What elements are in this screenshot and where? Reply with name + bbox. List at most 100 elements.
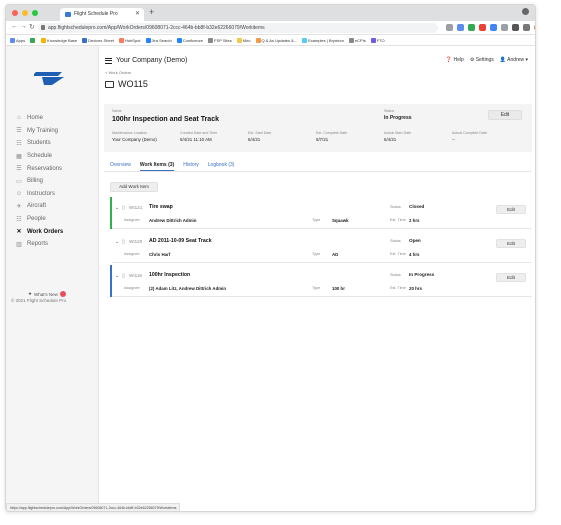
sidebar-item-instructors[interactable]: ☺ Instructors <box>6 188 99 201</box>
whats-new-link[interactable]: ★ What's New <box>28 291 66 297</box>
bookmark-item[interactable]: FSP Sites <box>208 37 232 43</box>
type-value: 100 hr <box>332 286 345 291</box>
sidebar-item-my-training[interactable]: ☰ My Training <box>6 125 99 138</box>
edit-work-item-button[interactable]: Edit <box>496 205 526 214</box>
bookmark-item[interactable]: Knowledge Base <box>41 37 77 43</box>
extension-icon[interactable] <box>501 24 508 31</box>
bookmark-item[interactable] <box>30 37 36 43</box>
extension-icon[interactable] <box>479 24 486 31</box>
reading-list-icon[interactable] <box>523 24 530 31</box>
browser-toolbar: ← → ↻ app.flightschedulepro.com/App/Work… <box>6 21 535 35</box>
work-item-name[interactable]: Tire swap <box>149 204 173 210</box>
bookmark-item[interactable]: FTO <box>370 37 385 43</box>
work-item-code: WI120 <box>129 239 143 244</box>
tab-logbook[interactable]: Logbook (3) <box>208 162 235 171</box>
bookmark-item[interactable]: Apps <box>10 37 25 43</box>
work-item-row[interactable]: ⌄ ▯ WI120 AD 2011-10-09 Seat Track Assignee C… <box>110 231 532 263</box>
work-item-row[interactable]: ⌄ ▯ WI121 Tire swap Assignee Andrew Dittrich … <box>110 197 532 229</box>
sidebar-item-schedule[interactable]: ▦ Schedule <box>6 150 99 163</box>
sidebar-item-label: Aircraft <box>27 203 47 210</box>
bookmark-icon <box>255 37 261 43</box>
breadcrumb[interactable]: < Work Orders <box>105 70 131 75</box>
folder-icon <box>208 37 214 43</box>
work-item-name[interactable]: AD 2011-10-09 Seat Track <box>149 238 212 244</box>
bookmark-item[interactable]: Miro <box>236 37 251 43</box>
settings-link[interactable]: ⚙ Settings <box>470 57 494 63</box>
extension-icon[interactable] <box>457 24 464 31</box>
edit-work-item-button[interactable]: Edit <box>496 239 526 248</box>
minimize-window-button[interactable] <box>22 10 28 16</box>
extension-icon[interactable] <box>490 24 497 31</box>
sidebar-item-work-orders[interactable]: ✕ Work Orders <box>6 225 99 238</box>
sidebar-item-reservations[interactable]: ☰ Reservations <box>6 162 99 175</box>
sidebar-item-people[interactable]: ☷ People <box>6 213 99 226</box>
sidebar-item-aircraft[interactable]: ✈ Aircraft <box>6 200 99 213</box>
sidebar-item-billing[interactable]: ▭ Billing <box>6 175 99 188</box>
back-arrow-icon[interactable]: ← <box>11 23 18 30</box>
user-menu[interactable]: 👤 Andrew ▾ <box>500 57 528 63</box>
field-label: Actual Start Date <box>384 131 412 135</box>
bookmark-item[interactable]: Confluence <box>176 37 203 43</box>
browser-tab[interactable]: Flight Schedule Pro ✕ <box>60 8 144 21</box>
billing-icon: ▭ <box>16 178 22 185</box>
add-work-item-button[interactable]: Add Work Item <box>110 182 158 192</box>
logo[interactable] <box>34 68 68 86</box>
close-icon[interactable]: ✕ <box>135 8 140 21</box>
sidebar-item-home[interactable]: ⌂ Home <box>6 112 99 125</box>
work-item-name[interactable]: 100hr Inspection <box>149 272 190 278</box>
reports-icon: ▥ <box>16 241 22 248</box>
avatar[interactable] <box>534 24 535 31</box>
sidebar-item-label: Reservations <box>27 165 63 172</box>
edit-work-order-button[interactable]: Edit <box>488 110 522 120</box>
bookmark-item[interactable]: Examples | Bryntum <box>302 37 344 43</box>
chevron-down-icon[interactable]: ⌄ <box>115 205 119 211</box>
tab-history[interactable]: History <box>183 162 199 171</box>
tab-overview[interactable]: Overview <box>110 162 131 171</box>
reload-icon[interactable]: ↻ <box>29 23 35 31</box>
status-label: Status <box>390 239 401 243</box>
address-bar[interactable]: app.flightschedulepro.com/App/WorkOrders… <box>38 23 438 33</box>
sidebar-item-reports[interactable]: ▥ Reports <box>6 238 99 251</box>
hamburger-menu-icon[interactable] <box>105 57 112 64</box>
extension-icon[interactable] <box>468 24 475 31</box>
work-item-row[interactable]: ⌄ ▯ WI119 100hr Inspection Assignee (2) Adam … <box>110 265 532 297</box>
help-link[interactable]: ❓ Help <box>446 57 464 63</box>
type-label: Type <box>312 218 321 222</box>
folder-icon <box>105 80 114 88</box>
puzzle-icon[interactable] <box>512 24 519 31</box>
tab-search-icon[interactable] <box>522 8 529 15</box>
assignee-label: Assignee <box>124 286 140 290</box>
status-color-bar <box>110 197 112 229</box>
est-time-value: 2 hrs <box>409 218 420 223</box>
bookmark-item[interactable]: Devices Sheet <box>82 37 114 43</box>
sidebar-item-label: Home <box>27 115 44 122</box>
new-tab-button[interactable]: + <box>149 7 154 17</box>
field-label: Actual Complete Date <box>452 131 487 135</box>
maximize-window-button[interactable] <box>32 10 38 16</box>
bookmark-item[interactable]: HubSpot <box>118 37 141 43</box>
chevron-down-icon[interactable]: ⌄ <box>115 273 119 279</box>
browser-window: Flight Schedule Pro ✕ + ← → ↻ app.flight… <box>5 4 536 512</box>
close-window-button[interactable] <box>12 10 18 16</box>
page-title: WO115 <box>105 79 148 89</box>
edit-work-item-button[interactable]: Edit <box>496 273 526 282</box>
bookmark-item[interactable]: eCPIs <box>348 37 366 43</box>
bookmark-item[interactable]: Jira Search <box>145 37 172 43</box>
bookmark-item[interactable]: Q & As Updates &... <box>255 37 297 43</box>
sidebar-item-label: Work Orders <box>27 228 64 235</box>
field-label: Maintenance Location <box>112 131 148 135</box>
status-label: Status <box>390 273 401 277</box>
sidebar-nav: ⌂ Home ☰ My Training ☷ Students ▦ Schedule ☰ Rese… <box>6 112 99 251</box>
type-value: Squawk <box>332 218 349 223</box>
star-icon[interactable] <box>446 24 453 31</box>
forward-arrow-icon[interactable]: → <box>20 23 27 30</box>
assignee-value: Andrew Dittrich Admin <box>149 218 197 223</box>
sidebar-item-label: People <box>27 216 46 223</box>
sidebar-item-label: My Training <box>27 127 59 134</box>
chevron-down-icon[interactable]: ⌄ <box>115 239 119 245</box>
est-time-label: Est. Time <box>390 252 406 256</box>
company-switcher[interactable]: Your Company (Demo) <box>105 57 187 64</box>
work-order-summary: Name 100hr Inspection and Seat Track Sta… <box>104 104 532 152</box>
tab-work-items[interactable]: Work Items (3) <box>139 162 175 171</box>
sidebar-item-students[interactable]: ☷ Students <box>6 137 99 150</box>
